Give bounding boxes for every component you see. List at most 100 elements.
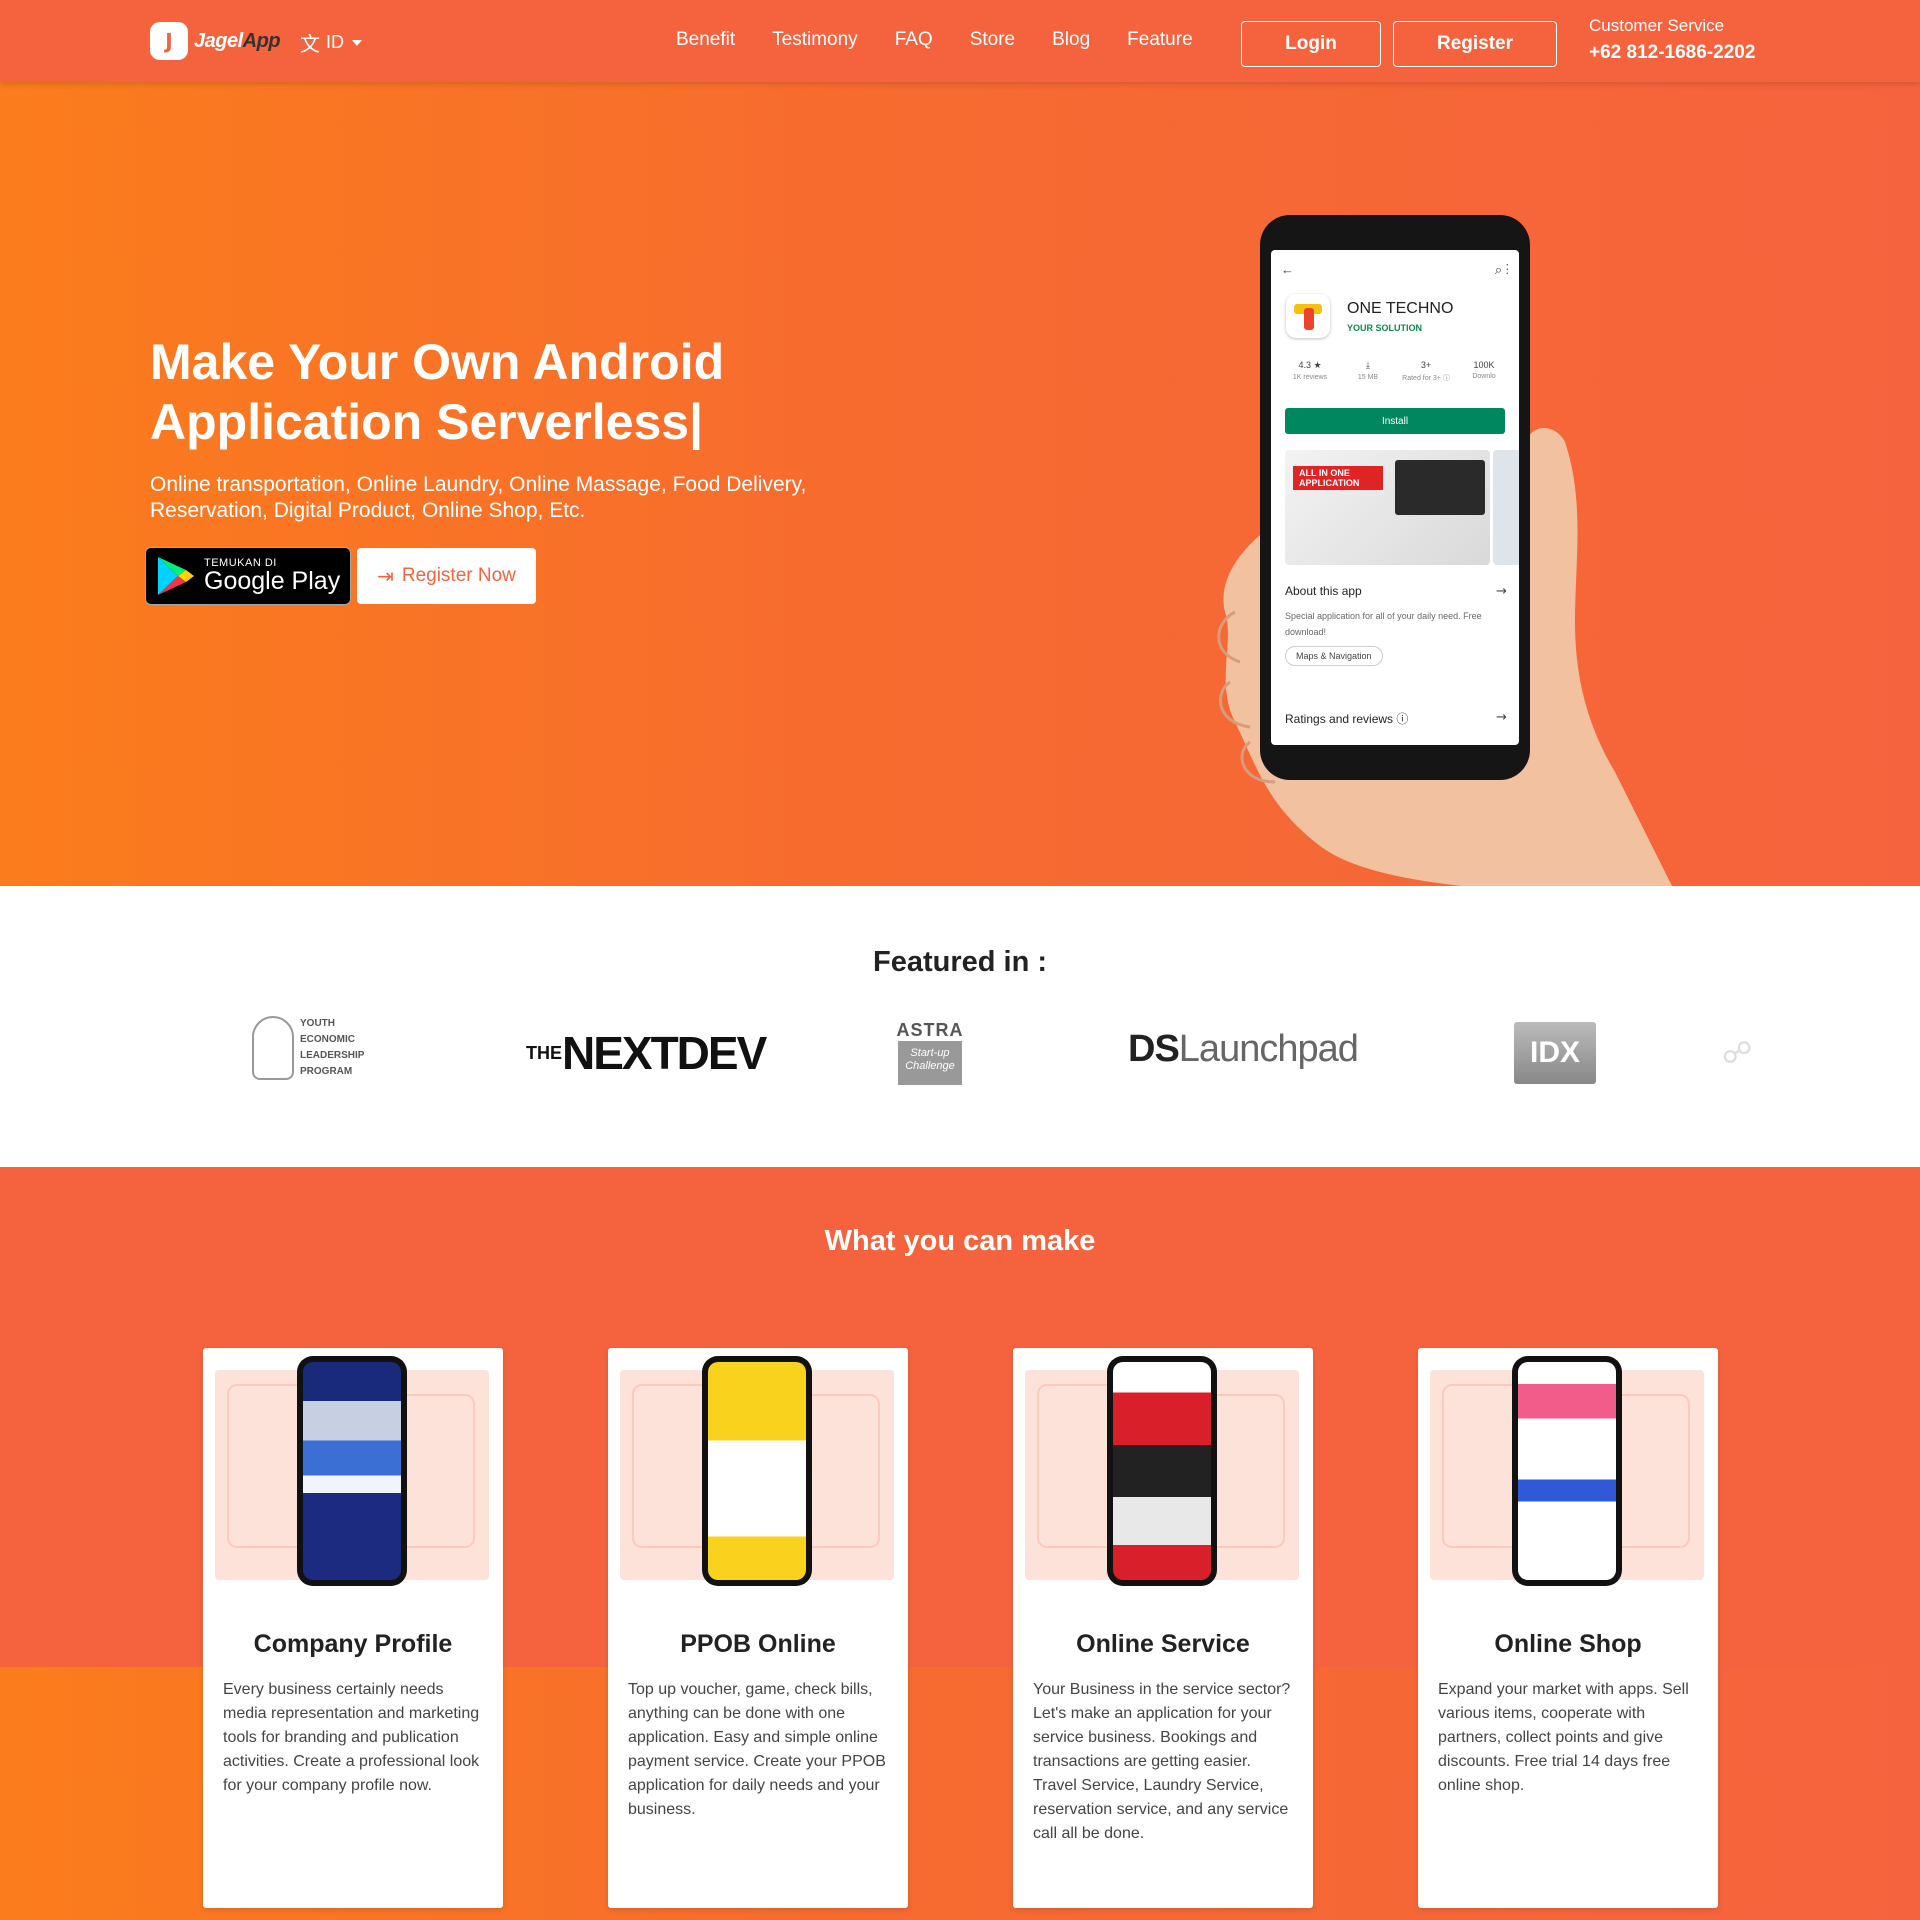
login-button[interactable]: Login: [1241, 21, 1381, 67]
brand-name: JagelApp: [194, 29, 281, 53]
astra-name: ASTRA: [896, 1020, 964, 1040]
nextdev-logo: THE NEXTDEV: [526, 1026, 767, 1080]
app-name: ONE TECHNO: [1347, 300, 1454, 317]
search-icon: ⌕ ⋮: [1494, 262, 1509, 277]
launchpad-text: Launchpad: [1178, 1028, 1359, 1070]
product-card-online-service[interactable]: Online Service Your Business in the serv…: [1013, 1348, 1313, 1908]
about-app-title: About this app: [1285, 584, 1362, 598]
app-stat: 4.3 ★ 1K reviews: [1281, 360, 1339, 383]
hero-subtitle: Online transportation, Online Laundry, O…: [150, 473, 807, 522]
partial-logo: ☍: [1722, 1037, 1753, 1070]
app-stat-value: 3+: [1420, 360, 1432, 370]
category-chip: Maps & Navigation: [1285, 646, 1383, 666]
what-you-can-make-section: What you can make Company Profile Every …: [0, 1167, 1920, 1920]
brand-logo[interactable]: J JagelApp: [150, 22, 281, 60]
phone-screen: ← ⌕ ⋮ ONE TECHNO YOUR SOLUTION 4.3 ★ 1K r…: [1271, 250, 1519, 745]
card-phone-mockup: [297, 1356, 407, 1586]
app-stat: ⤓ 15 MB: [1339, 360, 1397, 383]
nextdev-the: THE: [526, 1042, 562, 1063]
featured-title: Featured in :: [872, 946, 1047, 978]
nextdev-text: NEXTDEV: [562, 1027, 767, 1079]
nav-link-blog[interactable]: Blog: [1052, 29, 1090, 51]
main-nav: Benefit Testimony FAQ Store Blog Feature: [676, 29, 1193, 51]
google-play-icon: [158, 557, 194, 595]
register-now-button[interactable]: ⇥ Register Now: [357, 548, 536, 604]
app-stat-value: 4.3 ★: [1298, 360, 1322, 370]
card-title: Online Service: [1076, 1630, 1250, 1658]
nav-link-faq[interactable]: FAQ: [895, 29, 933, 51]
nav-link-benefit[interactable]: Benefit: [676, 29, 735, 51]
app-stat-label: Downlo: [1472, 373, 1496, 380]
navbar: J JagelApp 文 ID Benefit Testimony FAQ St…: [0, 0, 1920, 82]
jagelapp-logo-icon: J: [150, 22, 188, 60]
lightbulb-icon: [252, 1016, 294, 1080]
app-stat-label: 1K reviews: [1292, 374, 1328, 381]
product-card-ppob-online[interactable]: PPOB Online Top up voucher, game, check …: [608, 1348, 908, 1908]
app-icon: [1286, 294, 1330, 338]
language-selector[interactable]: 文 ID: [300, 28, 362, 57]
hero-title-line2: Application Serverless|: [150, 394, 704, 450]
dslaunchpad-logo: DS Launchpad: [1128, 1028, 1359, 1071]
app-stat-label: 15 MB: [1357, 374, 1379, 381]
brand-name-part2: App: [242, 29, 281, 52]
back-arrow-icon: ←: [1281, 262, 1294, 277]
language-value: ID: [326, 32, 344, 52]
card-phone-screen: [1518, 1362, 1616, 1580]
app-stat: 100K Downlo: [1455, 360, 1513, 383]
card-description: Top up voucher, game, check bills, anyth…: [628, 1681, 886, 1818]
banner-tag: ALL IN ONE APPLICATION: [1293, 466, 1383, 490]
customer-service-label: Customer Service: [1589, 16, 1725, 35]
yelp-logo: YOUTH ECONOMIC LEADERSHIP PROGRAM: [252, 1016, 365, 1080]
card-phone-screen: [303, 1362, 401, 1580]
customer-service: Customer Service +62 812-1686-2202: [1589, 16, 1755, 64]
app-stats: 4.3 ★ 1K reviews ⤓ 15 MB 3+ Rated for 3+ ⓘ …: [1281, 360, 1519, 383]
app-tagline: YOUR SOLUTION: [1347, 323, 1423, 333]
card-description: Every business certainly needs media rep…: [223, 1681, 480, 1794]
google-play-big-text: Google Play: [204, 566, 341, 595]
arrow-right-icon: →: [1496, 710, 1507, 725]
app-stat-label: Rated for 3+ ⓘ: [1402, 375, 1450, 382]
product-card-company-profile[interactable]: Company Profile Every business certainly…: [203, 1348, 503, 1908]
customer-service-phone[interactable]: +62 812-1686-2202: [1589, 42, 1755, 64]
hero-section: Make Your Own Android Application Server…: [0, 82, 1920, 886]
card-description: Expand your market with apps. Sell vario…: [1438, 1681, 1689, 1794]
register-now-label: Register Now: [401, 565, 516, 586]
phone-mockup: ← ⌕ ⋮ ONE TECHNO YOUR SOLUTION 4.3 ★ 1K r…: [1260, 215, 1530, 780]
ratings-title: Ratings and reviews ⓘ: [1285, 712, 1409, 726]
hero-title-line1: Make Your Own Android: [150, 334, 725, 390]
card-phone-mockup: [1512, 1356, 1622, 1586]
chevron-down-icon: [352, 39, 362, 46]
login-arrow-icon: ⇥: [377, 564, 394, 588]
product-card-online-shop[interactable]: Online Shop Expand your market with apps…: [1418, 1348, 1718, 1908]
laptop-image: [1395, 460, 1485, 515]
app-screenshot-banner-2: [1493, 450, 1519, 565]
card-phone-screen: [708, 1362, 806, 1580]
card-title: Company Profile: [253, 1630, 453, 1658]
card-phone-mockup: [702, 1356, 812, 1586]
download-icon: ⤓: [1366, 360, 1370, 370]
about-app-desc: Special application for all of your dail…: [1285, 611, 1482, 637]
google-play-badge[interactable]: TEMUKAN DI Google Play: [145, 547, 351, 605]
featured-section: Featured in : YOUTH ECONOMIC LEADERSHIP …: [0, 886, 1920, 1167]
card-description: Your Business in the service sector? Let…: [1033, 1681, 1291, 1842]
nav-link-store[interactable]: Store: [970, 29, 1015, 51]
idx-incubator-logo: IDX: [1514, 1022, 1596, 1084]
card-phone-mockup: [1107, 1356, 1217, 1586]
astra-subtitle: Start-up Challenge: [898, 1041, 962, 1085]
card-title: PPOB Online: [680, 1630, 836, 1658]
translate-icon: 文: [300, 32, 320, 56]
arrow-right-icon: →: [1496, 584, 1507, 599]
yelp-text: YOUTH ECONOMIC LEADERSHIP PROGRAM: [300, 1018, 365, 1077]
install-button: Install: [1285, 408, 1505, 434]
app-screenshot-banner: ALL IN ONE APPLICATION: [1285, 450, 1490, 565]
hero-title: Make Your Own Android Application Server…: [150, 332, 870, 452]
card-title: Online Shop: [1494, 1630, 1642, 1658]
phone-app-topbar: ← ⌕ ⋮: [1281, 262, 1509, 278]
nav-link-feature[interactable]: Feature: [1127, 29, 1192, 51]
app-stat: 3+ Rated for 3+ ⓘ: [1397, 360, 1455, 383]
nav-link-testimony[interactable]: Testimony: [772, 29, 858, 51]
card-phone-screen: [1113, 1362, 1211, 1580]
brand-name-part1: Jagel: [194, 29, 243, 52]
section-title: What you can make: [824, 1225, 1096, 1257]
register-button[interactable]: Register: [1393, 21, 1557, 67]
